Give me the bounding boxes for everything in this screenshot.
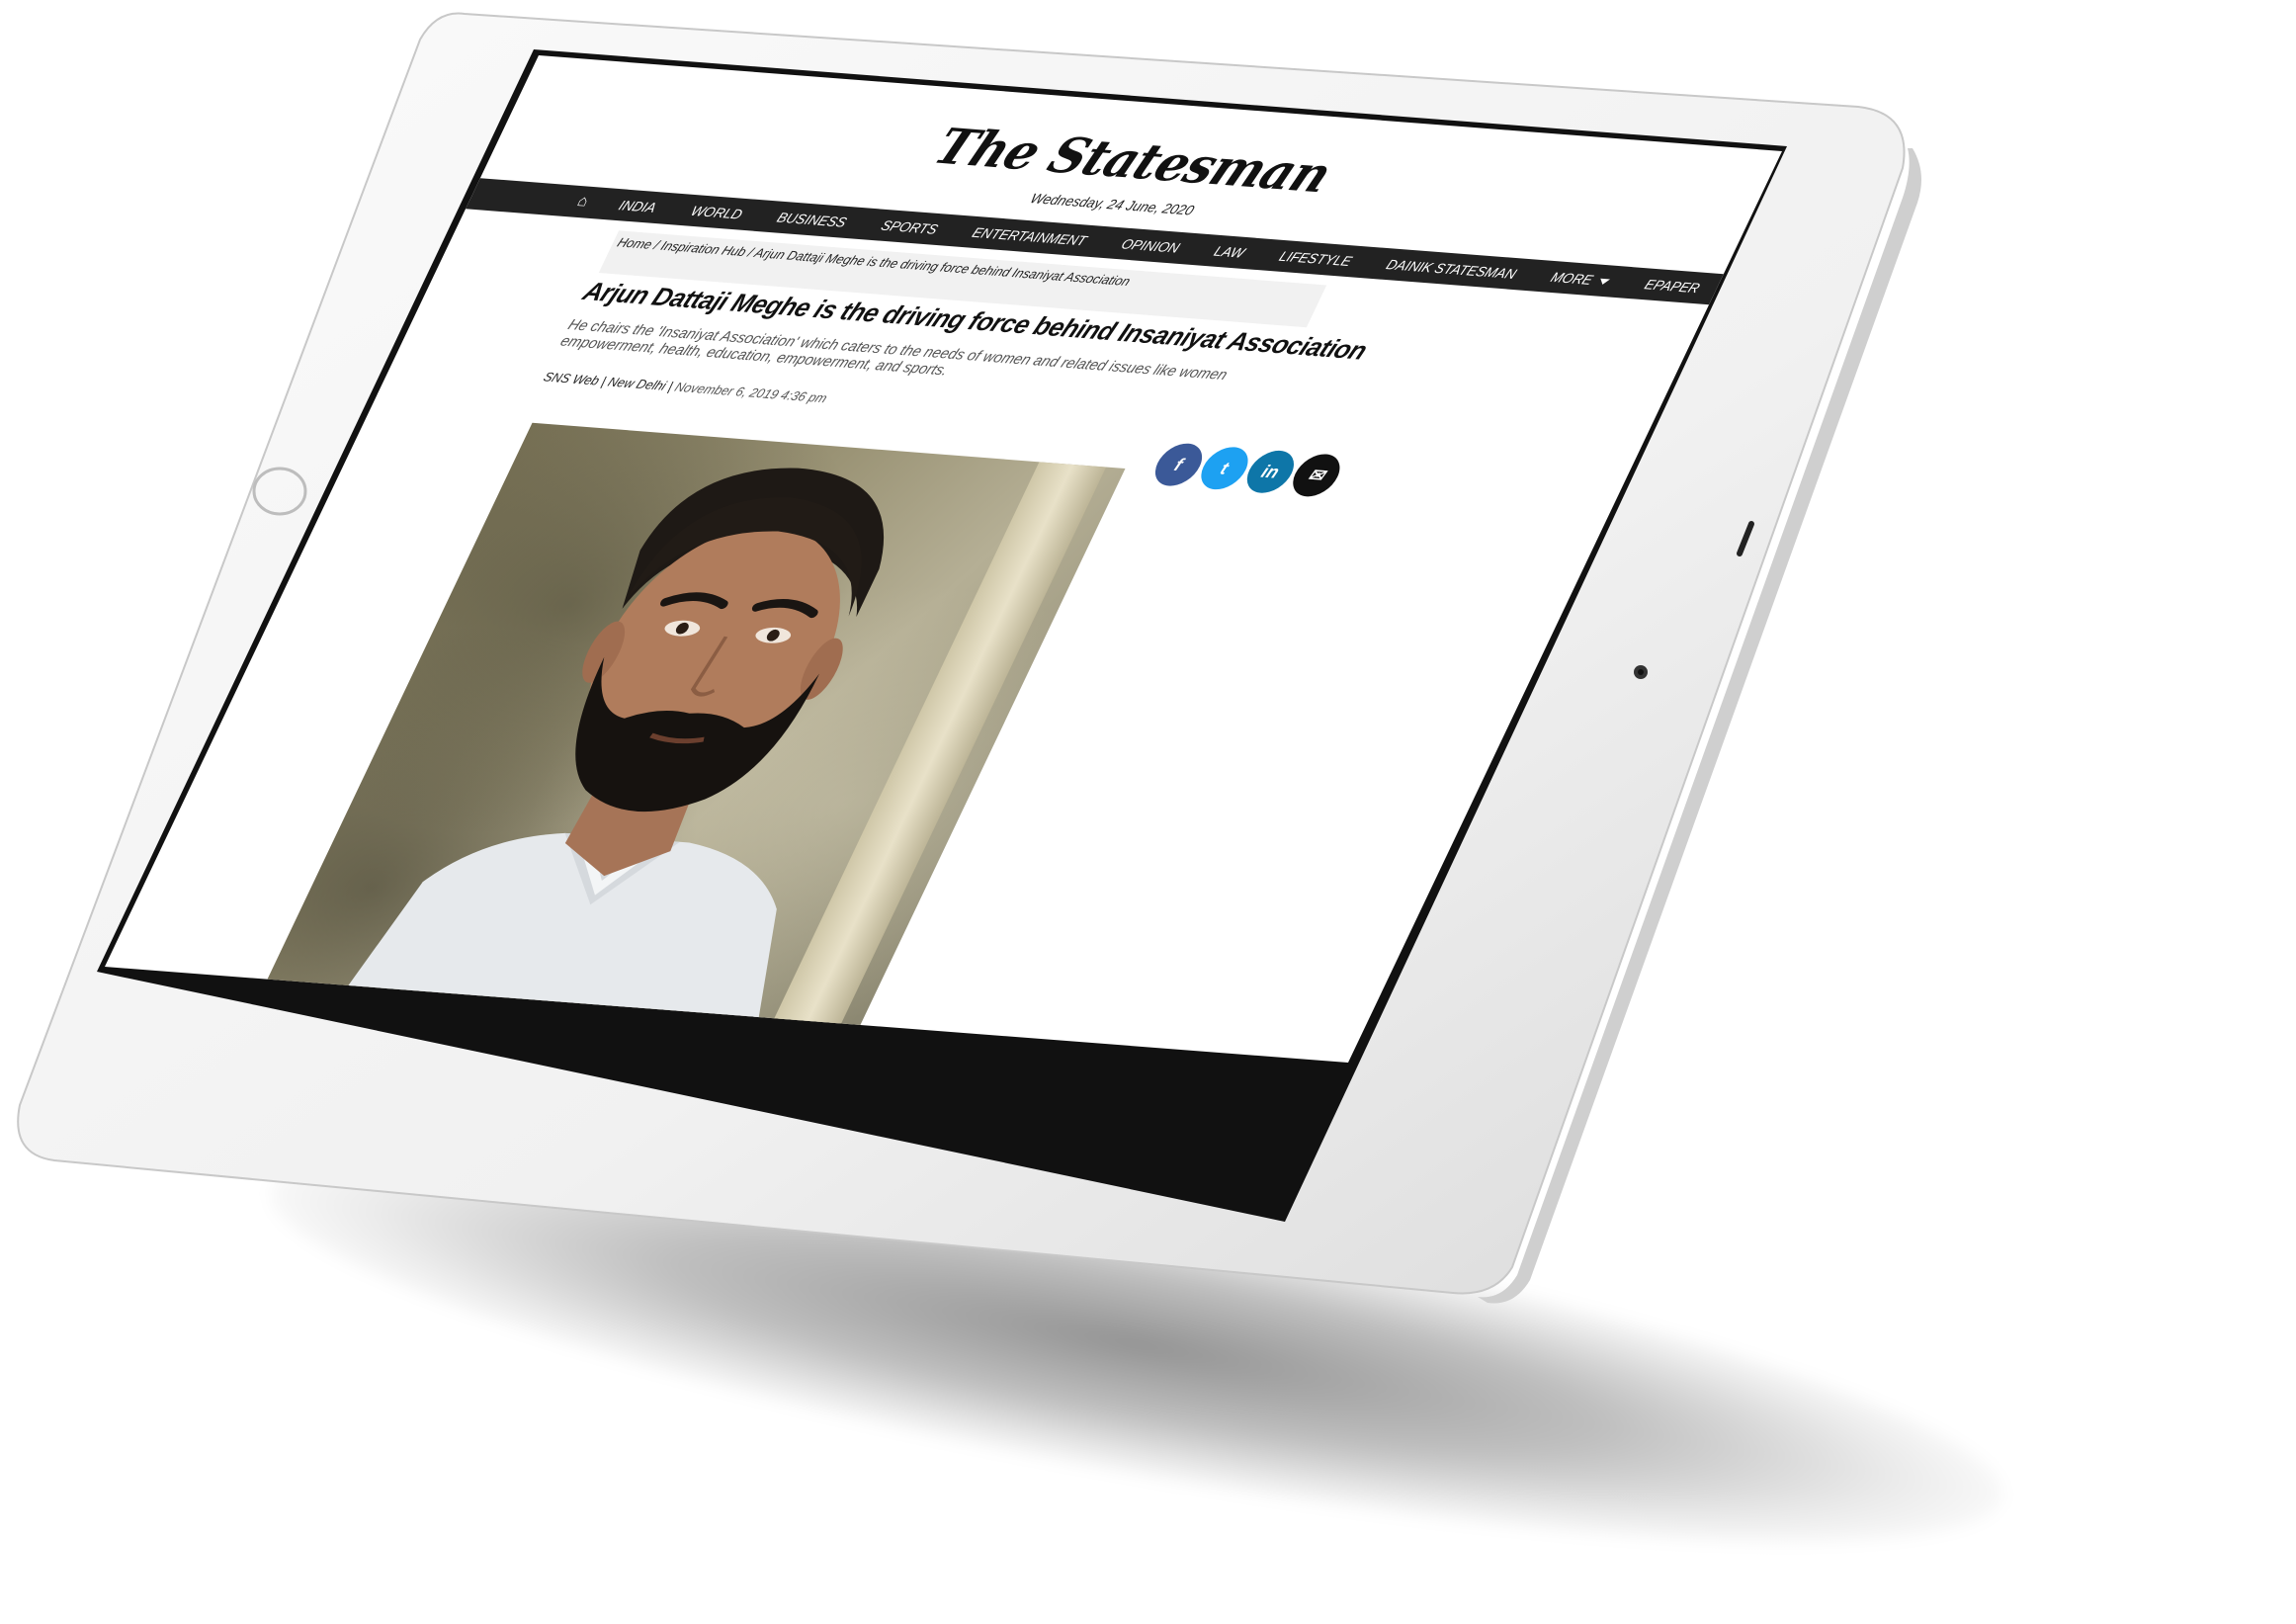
author[interactable]: SNS Web <box>541 370 602 388</box>
nav-more[interactable]: MORE <box>1548 269 1612 289</box>
nav-law[interactable]: LAW <box>1212 243 1248 261</box>
email-share-button[interactable]: ✉ <box>1285 452 1348 498</box>
location: New Delhi <box>605 374 669 393</box>
facebook-share-button[interactable]: f <box>1148 442 1210 488</box>
nav-dainik-statesman[interactable]: DAINIK STATESMAN <box>1384 256 1519 282</box>
nav-opinion[interactable]: OPINION <box>1119 236 1183 256</box>
nav-world[interactable]: WORLD <box>688 203 745 221</box>
twitter-icon: t <box>1217 458 1233 478</box>
nav-sports[interactable]: SPORTS <box>879 217 941 237</box>
nav-business[interactable]: BUSINESS <box>775 210 850 230</box>
scene: The Statesman Wednesday, 24 June, 2020 ⌂… <box>0 0 2296 1624</box>
chevron-down-icon <box>1597 279 1611 286</box>
nav-entertainment[interactable]: ENTERTAINMENT <box>970 224 1089 248</box>
nav-india[interactable]: INDIA <box>616 197 659 214</box>
share-buttons: f t in ✉ <box>1148 442 1351 498</box>
linkedin-icon: in <box>1258 461 1284 482</box>
email-icon: ✉ <box>1305 465 1329 485</box>
twitter-share-button[interactable]: t <box>1193 445 1256 491</box>
timestamp: November 6, 2019 4:36 pm <box>672 379 830 406</box>
article-photo <box>258 422 1126 1045</box>
facebook-icon: f <box>1171 454 1187 474</box>
nav-lifestyle[interactable]: LIFESTYLE <box>1277 248 1355 269</box>
nav-epaper[interactable]: EPAPER <box>1642 276 1702 296</box>
nav-more-label: MORE <box>1548 269 1596 288</box>
article-byline: SNS Web | New Delhi | November 6, 2019 4… <box>541 369 830 406</box>
linkedin-share-button[interactable]: in <box>1238 449 1302 495</box>
portrait-illustration <box>334 468 885 1037</box>
home-icon[interactable]: ⌂ <box>574 193 591 211</box>
